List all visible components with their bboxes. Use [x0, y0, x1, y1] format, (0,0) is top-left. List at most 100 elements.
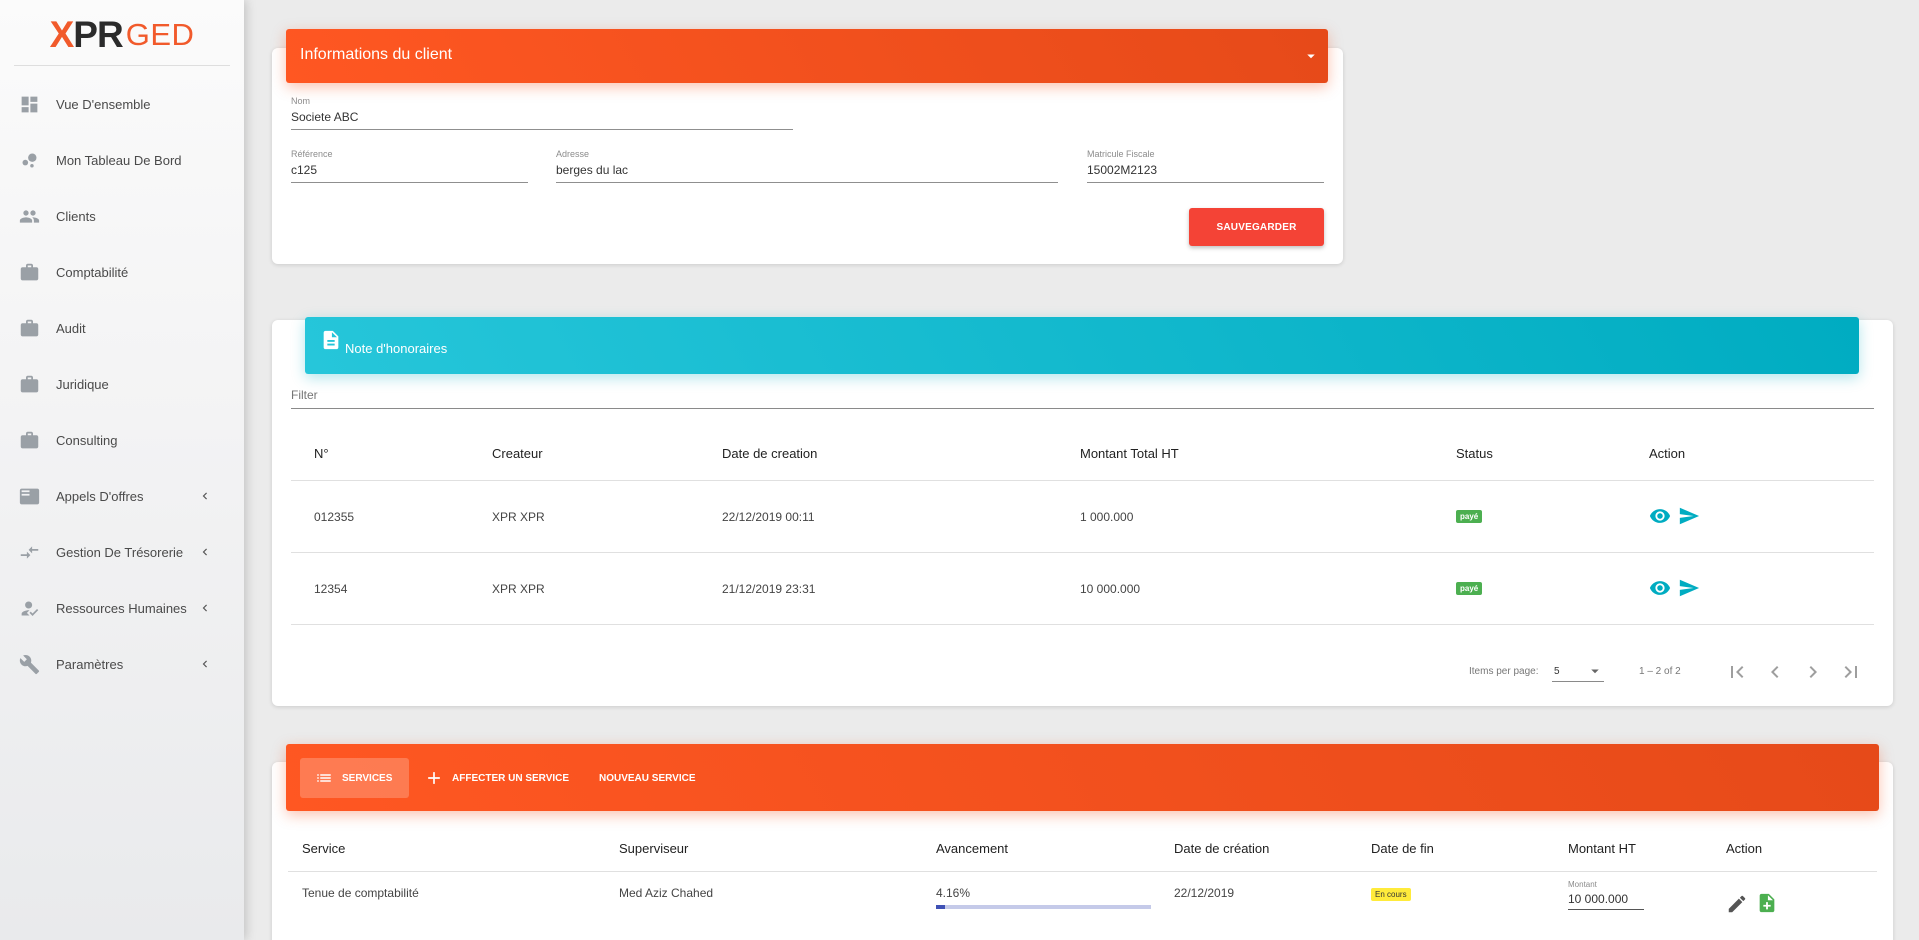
montant-input[interactable]: [1568, 889, 1644, 910]
col-action: Action: [1726, 841, 1763, 856]
page-range-label: 1 – 2 of 2: [1639, 666, 1681, 677]
compare-arrows-icon: [18, 541, 40, 563]
col-avancement: Avancement: [936, 841, 1009, 856]
dropdown-arrow-icon: [1586, 662, 1604, 685]
sidebar-item-tableau-de-bord[interactable]: Mon Tableau De Bord: [0, 132, 244, 188]
adresse-input[interactable]: [556, 159, 1058, 183]
notes-header: Note d'honoraires: [305, 317, 1859, 374]
page-size-select[interactable]: 5: [1552, 660, 1604, 682]
list-icon: [315, 769, 333, 787]
chevron-left-icon: [198, 487, 212, 505]
montant-field[interactable]: Montant: [1568, 880, 1644, 910]
previous-page-icon[interactable]: [1763, 660, 1787, 689]
edit-icon[interactable]: [1726, 893, 1748, 920]
tab-nouveau-service[interactable]: NOUVEAU SERVICE: [599, 758, 696, 798]
notes-title: Note d'honoraires: [345, 341, 448, 356]
col-status: Status: [1456, 446, 1493, 461]
col-superviseur: Superviseur: [619, 841, 689, 856]
sidebar-item-comptabilite[interactable]: Comptabilité: [0, 244, 244, 300]
adresse-field[interactable]: Adresse: [556, 149, 1058, 183]
cell-montant: 1 000.000: [1080, 510, 1134, 524]
table-row: 012355 XPR XPR 22/12/2019 00:11 1 000.00…: [291, 481, 1874, 553]
client-info-title: Informations du client: [300, 46, 453, 63]
tab-services[interactable]: SERVICES: [300, 758, 409, 798]
matricule-input[interactable]: [1087, 159, 1324, 183]
status-badge: payé: [1456, 510, 1483, 523]
chevron-left-icon: [198, 599, 212, 617]
sidebar-item-label: Clients: [56, 208, 96, 224]
sidebar: XPR GED Vue D'ensemble Mon Tableau De Bo…: [0, 0, 244, 940]
sidebar-item-label: Consulting: [56, 432, 118, 448]
filter-input[interactable]: [291, 384, 1874, 409]
col-montant: Montant Total HT: [1080, 446, 1179, 461]
wrench-icon: [18, 653, 40, 675]
sidebar-item-label: Mon Tableau De Bord: [56, 152, 182, 168]
col-numero: N°: [314, 446, 329, 461]
briefcase-icon: [18, 261, 40, 283]
how-to-reg-icon: [18, 597, 40, 619]
reference-label: Référence: [291, 149, 333, 159]
col-createur: Createur: [492, 446, 543, 461]
view-icon[interactable]: [1649, 577, 1671, 604]
services-header-row: Service Superviseur Avancement Date de c…: [288, 830, 1877, 872]
cell-numero: 12354: [314, 582, 348, 596]
matricule-field[interactable]: Matricule Fiscale: [1087, 149, 1324, 183]
sidebar-item-consulting[interactable]: Consulting: [0, 412, 244, 468]
logo[interactable]: XPR GED: [14, 0, 230, 66]
add-icon: [424, 768, 444, 788]
tab-affecter-label: AFFECTER UN SERVICE: [452, 772, 570, 784]
bubble-chart-icon: [18, 149, 40, 171]
last-page-icon[interactable]: [1839, 660, 1863, 689]
briefcase-icon: [18, 373, 40, 395]
cell-montant: 10 000.000: [1080, 582, 1141, 596]
table-row: Tenue de comptabilité Med Aziz Chahed 4.…: [288, 872, 1877, 932]
briefcase-icon: [18, 429, 40, 451]
logo-xpr: XPR: [49, 13, 124, 55]
col-service: Service: [302, 841, 346, 856]
tab-affecter-service[interactable]: AFFECTER UN SERVICE: [424, 758, 569, 798]
send-icon[interactable]: [1678, 577, 1700, 604]
next-page-icon[interactable]: [1801, 660, 1825, 689]
nom-input[interactable]: [291, 106, 793, 130]
tab-services-label: SERVICES: [342, 772, 393, 784]
sidebar-item-vue-ensemble[interactable]: Vue D'ensemble: [0, 76, 244, 132]
col-date-fin: Date de fin: [1371, 841, 1434, 856]
chevron-left-icon: [198, 543, 212, 561]
sidebar-item-clients[interactable]: Clients: [0, 188, 244, 244]
notes-header-row: N° Createur Date de creation Montant Tot…: [291, 426, 1874, 481]
nom-field[interactable]: Nom: [291, 96, 793, 130]
briefcase-icon: [18, 317, 40, 339]
cell-superviseur: Med Aziz Chahed: [619, 886, 714, 900]
col-date-creation: Date de création: [1174, 841, 1270, 856]
sidebar-item-juridique[interactable]: Juridique: [0, 356, 244, 412]
matricule-label: Matricule Fiscale: [1087, 149, 1155, 159]
logo-ged: GED: [125, 16, 195, 52]
add-document-icon[interactable]: [1756, 892, 1778, 919]
reference-input[interactable]: [291, 159, 528, 183]
view-icon[interactable]: [1649, 505, 1671, 532]
sidebar-item-audit[interactable]: Audit: [0, 300, 244, 356]
featured-play-list-icon: [18, 485, 40, 507]
sidebar-item-ressources-humaines[interactable]: Ressources Humaines: [0, 580, 244, 636]
items-per-page-label: Items per page:: [1469, 666, 1539, 677]
paginator: Items per page: 5 1 – 2 of 2: [272, 654, 1893, 694]
nom-label: Nom: [291, 96, 311, 106]
chevron-left-icon: [198, 655, 212, 673]
expand-arrow-icon: [1302, 47, 1316, 61]
reference-field[interactable]: Référence: [291, 149, 528, 183]
sidebar-item-parametres[interactable]: Paramètres: [0, 636, 244, 692]
sidebar-item-appels-offres[interactable]: Appels D'offres: [0, 468, 244, 524]
notes-table: N° Createur Date de creation Montant Tot…: [291, 426, 1874, 625]
client-info-header[interactable]: Informations du client: [286, 29, 1328, 83]
status-badge: payé: [1456, 582, 1483, 595]
sidebar-item-tresorerie[interactable]: Gestion De Trésorerie: [0, 524, 244, 580]
sidebar-item-label: Gestion De Trésorerie: [56, 544, 184, 560]
save-button[interactable]: SAUVEGARDER: [1189, 208, 1324, 246]
adresse-label: Adresse: [556, 149, 590, 159]
montant-label: Montant: [1568, 880, 1597, 889]
sidebar-item-label: Juridique: [56, 376, 109, 392]
page-size-value: 5: [1554, 666, 1560, 677]
send-icon[interactable]: [1678, 505, 1700, 532]
dashboard-icon: [18, 93, 40, 115]
first-page-icon[interactable]: [1725, 660, 1749, 689]
